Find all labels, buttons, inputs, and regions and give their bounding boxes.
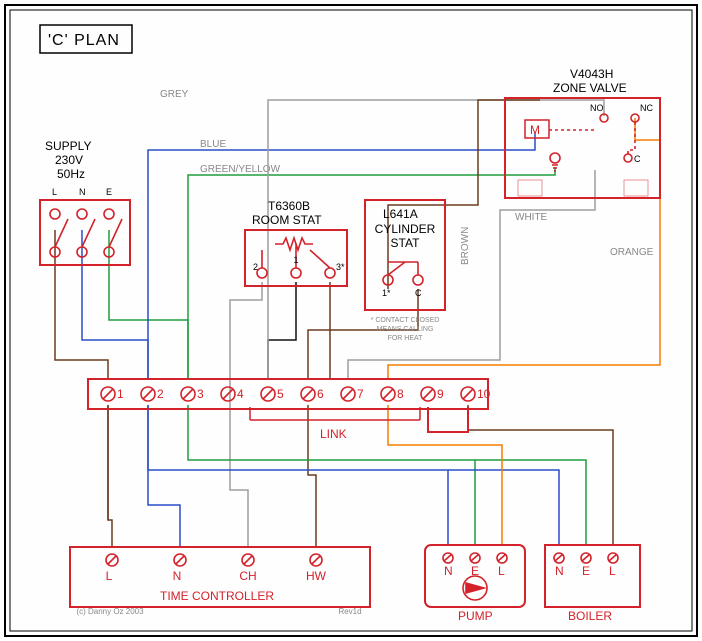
svg-text:6: 6 (317, 387, 324, 401)
svg-text:L: L (609, 564, 616, 578)
svg-text:ORANGE: ORANGE (610, 247, 654, 258)
time-controller-block: L N CH HW TIME CONTROLLER (c) Danny Oz 2… (70, 547, 370, 616)
svg-text:E: E (471, 564, 479, 578)
svg-text:L: L (106, 569, 113, 583)
svg-text:CYLINDER: CYLINDER (375, 222, 436, 236)
svg-text:WHITE: WHITE (515, 212, 548, 223)
svg-text:N: N (555, 564, 564, 578)
svg-text:C: C (415, 288, 422, 298)
svg-text:E: E (106, 187, 112, 197)
svg-text:NO: NO (590, 103, 604, 113)
boiler-block: N E L BOILER (545, 545, 640, 623)
zone-valve-block: V4043H ZONE VALVE M NO NC C (505, 67, 660, 198)
svg-text:N: N (173, 569, 182, 583)
svg-text:E: E (582, 564, 590, 578)
svg-text:L641A: L641A (383, 207, 418, 221)
svg-text:MEANS CALLING: MEANS CALLING (377, 326, 434, 333)
svg-text:1: 1 (293, 255, 298, 265)
svg-text:SUPPLY: SUPPLY (45, 139, 91, 153)
svg-text:1: 1 (117, 387, 124, 401)
svg-text:M: M (530, 123, 540, 137)
svg-text:FOR HEAT: FOR HEAT (388, 335, 424, 342)
svg-text:9: 9 (437, 387, 444, 401)
svg-text:PUMP: PUMP (458, 609, 493, 623)
wiring-diagram: 'C' PLAN GREEN/YELLOW BLUE (0, 0, 702, 641)
svg-text:4: 4 (237, 387, 244, 401)
svg-text:T6360B: T6360B (268, 199, 310, 213)
svg-text:3: 3 (197, 387, 204, 401)
svg-text:230V: 230V (55, 153, 83, 167)
svg-text:BLUE: BLUE (200, 139, 226, 150)
wires: GREEN/YELLOW BLUE GREY BROWN WHITE ORANG… (55, 89, 660, 547)
svg-text:CH: CH (239, 569, 256, 583)
svg-text:BOILER: BOILER (568, 609, 612, 623)
svg-text:7: 7 (357, 387, 364, 401)
svg-text:L: L (498, 564, 505, 578)
svg-text:V4043H: V4043H (570, 67, 613, 81)
svg-text:LINK: LINK (320, 427, 347, 441)
svg-text:50Hz: 50Hz (57, 167, 85, 181)
svg-text:STAT: STAT (391, 236, 421, 250)
supply-block: SUPPLY 230V 50Hz L N E (40, 139, 130, 265)
rev-label: Rev1d (338, 607, 361, 616)
copyright-label: (c) Danny Oz 2003 (76, 607, 144, 616)
room-stat-block: T6360B ROOM STAT 2 1 3* (245, 199, 347, 286)
svg-text:ROOM STAT: ROOM STAT (252, 213, 322, 227)
pump-block: N E L PUMP (425, 545, 525, 623)
svg-text:N: N (444, 564, 453, 578)
svg-text:2: 2 (157, 387, 164, 401)
svg-text:5: 5 (277, 387, 284, 401)
svg-text:TIME CONTROLLER: TIME CONTROLLER (160, 589, 274, 603)
svg-text:N: N (79, 187, 86, 197)
svg-text:1*: 1* (382, 288, 391, 298)
svg-text:2: 2 (253, 262, 258, 272)
svg-text:ZONE VALVE: ZONE VALVE (553, 81, 627, 95)
title-label: 'C' PLAN (48, 32, 120, 49)
svg-text:BROWN: BROWN (460, 227, 471, 265)
svg-text:10: 10 (477, 387, 491, 401)
svg-text:HW: HW (306, 569, 327, 583)
title-box: 'C' PLAN (40, 25, 132, 53)
svg-text:8: 8 (397, 387, 404, 401)
cylinder-stat-block: L641A CYLINDER STAT 1* C * CONTACT CLOSE… (365, 200, 445, 342)
svg-text:GREY: GREY (160, 89, 189, 100)
svg-text:NC: NC (640, 103, 653, 113)
svg-text:L: L (52, 187, 57, 197)
svg-text:* CONTACT CLOSED: * CONTACT CLOSED (371, 317, 440, 324)
svg-text:C: C (634, 154, 641, 164)
svg-text:3*: 3* (336, 262, 345, 272)
